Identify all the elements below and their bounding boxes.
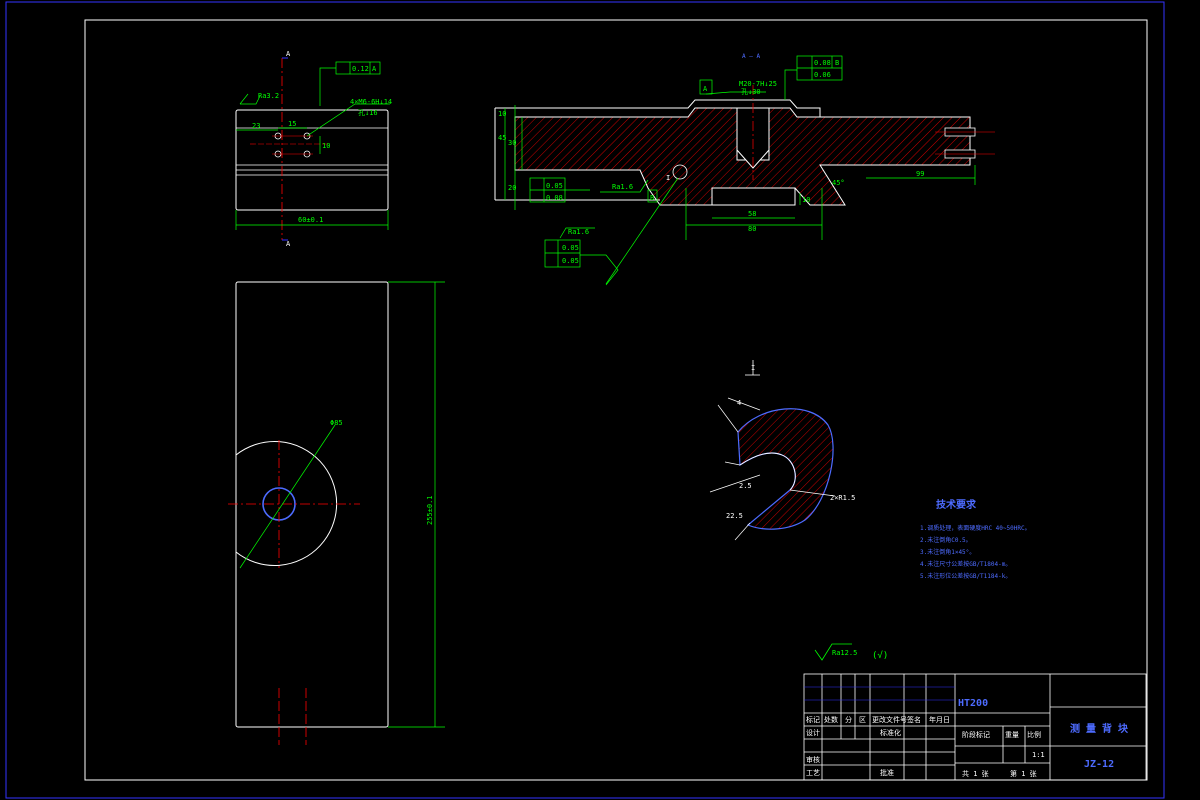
tech-requirements: 技术要求 1.调质处理，表面硬度HRC 40~50HRC。 2.未注倒角C0.5… [920, 498, 1031, 580]
front-view-dimensions [239, 281, 445, 728]
section-datum-a: A [703, 85, 708, 93]
front-view [228, 281, 389, 745]
top-dim-15: 15 [288, 120, 296, 128]
top-section-marker-b: A [286, 240, 291, 248]
title-drawing-number: JZ-12 [1084, 759, 1114, 770]
title-scale: 1:1 [1032, 751, 1045, 759]
section-thread-callout: M20-7H↓25 [739, 80, 777, 88]
top-dim-10: 10 [322, 142, 330, 150]
section-flatness-b: 0.08 [546, 194, 563, 202]
tech-item-4: 4.未注尺寸公差按GB/T1804-m。 [920, 560, 1011, 568]
tech-item-2: 2.未注倒角C0.5。 [920, 536, 972, 544]
section-dim-top: 10 [498, 110, 506, 118]
title-hdr-zone: 区 [859, 716, 866, 724]
title-weight-label: 重量 [1005, 731, 1019, 739]
lower-tol-1: 0.05 [562, 244, 579, 252]
title-stage-label: 阶段标记 [962, 730, 990, 739]
title-standard-label: 标准化 [880, 728, 901, 737]
section-dim-58: 58 [748, 210, 756, 218]
title-sheet-current: 第 1 张 [1010, 769, 1037, 778]
section-dim-80: 80 [748, 225, 756, 233]
top-hole-callout-2: 孔↓16 [358, 109, 378, 117]
title-hdr-change: 更改文件号 [872, 715, 907, 724]
title-designer-label: 设计 [806, 728, 820, 737]
detail-ref-label: I [666, 174, 670, 182]
section-roughness: Ra1.6 [612, 183, 633, 191]
general-roughness-value: Ra12.5 [832, 649, 857, 657]
front-length: 255±0.1 [426, 495, 434, 525]
section-dim-height-2: 30 [508, 139, 516, 147]
section-parallel-tol: 0.08 [814, 59, 831, 67]
top-section-marker-a: A [286, 50, 291, 58]
title-ratio-label: 比例 [1027, 730, 1041, 739]
front-diameter: Φ85 [330, 419, 343, 427]
section-dim-99: 99 [916, 170, 924, 178]
section-flatness-tol: 0.06 [814, 71, 831, 79]
tech-item-1: 1.调质处理，表面硬度HRC 40~50HRC。 [920, 524, 1031, 532]
top-perpendicularity: 0.12 [352, 65, 369, 73]
top-hole-callout: 4×M6-6H↓14 [350, 98, 392, 106]
title-material: HT200 [958, 698, 988, 709]
title-review-label: 审核 [806, 755, 820, 764]
top-view [235, 57, 389, 241]
title-sheet-total: 共 1 张 [962, 769, 989, 778]
detail-radius: 2×R1.5 [830, 494, 855, 502]
title-drawing-name: 测 量 背 块 [1070, 722, 1129, 735]
tech-title: 技术要求 [936, 498, 977, 511]
section-parallel-ref: B [835, 59, 839, 67]
top-surface-finish: Ra3.2 [258, 92, 279, 100]
title-hdr-div: 分 [845, 715, 852, 724]
section-datum-b: B [650, 194, 654, 202]
top-view-dimensions [235, 61, 390, 230]
section-dim-height-1: 45 [498, 134, 506, 142]
title-process-label: 工艺 [806, 769, 820, 777]
lower-roughness: Ra1.6 [568, 228, 589, 236]
tech-item-5: 5.未注形位公差按GB/T1184-k。 [920, 572, 1011, 580]
top-datum-ref: A [372, 65, 377, 73]
section-view [494, 85, 995, 206]
lower-tol-2: 0.05 [562, 257, 579, 265]
top-dim-left: 23 [252, 122, 260, 130]
detail-dim-c: 22.5 [726, 512, 743, 520]
section-dim-height-3: 20 [508, 184, 516, 192]
general-roughness: Ra12.5 (√) [814, 643, 888, 661]
detail-dim-b: 2.5 [739, 482, 752, 490]
tech-item-3: 3.未注倒角1×45°。 [920, 548, 975, 556]
drawing-canvas: Ra3.2 0.12 A 4×M6-6H↓14 孔↓16 23 15 10 60… [5, 1, 1165, 799]
title-approve-label: 批准 [880, 768, 894, 777]
title-hdr-mark: 标记 [806, 715, 820, 724]
detail-view [737, 360, 834, 530]
title-hdr-sign: 签名 [907, 715, 921, 724]
title-block-grid [804, 686, 955, 701]
section-straightness: 0.05 [546, 182, 563, 190]
section-label: A — A [742, 53, 760, 60]
top-dim-width: 60±0.1 [298, 216, 323, 224]
section-dim-step: 10 [802, 196, 810, 204]
section-dim-chamfer: 45° [832, 179, 845, 187]
general-roughness-other: (√) [872, 650, 888, 661]
section-thread-depth: 孔↓30 [741, 88, 761, 96]
title-hdr-count: 处数 [824, 715, 838, 724]
detail-dim-a: 4 [737, 399, 741, 407]
title-hdr-date: 年月日 [929, 715, 950, 724]
